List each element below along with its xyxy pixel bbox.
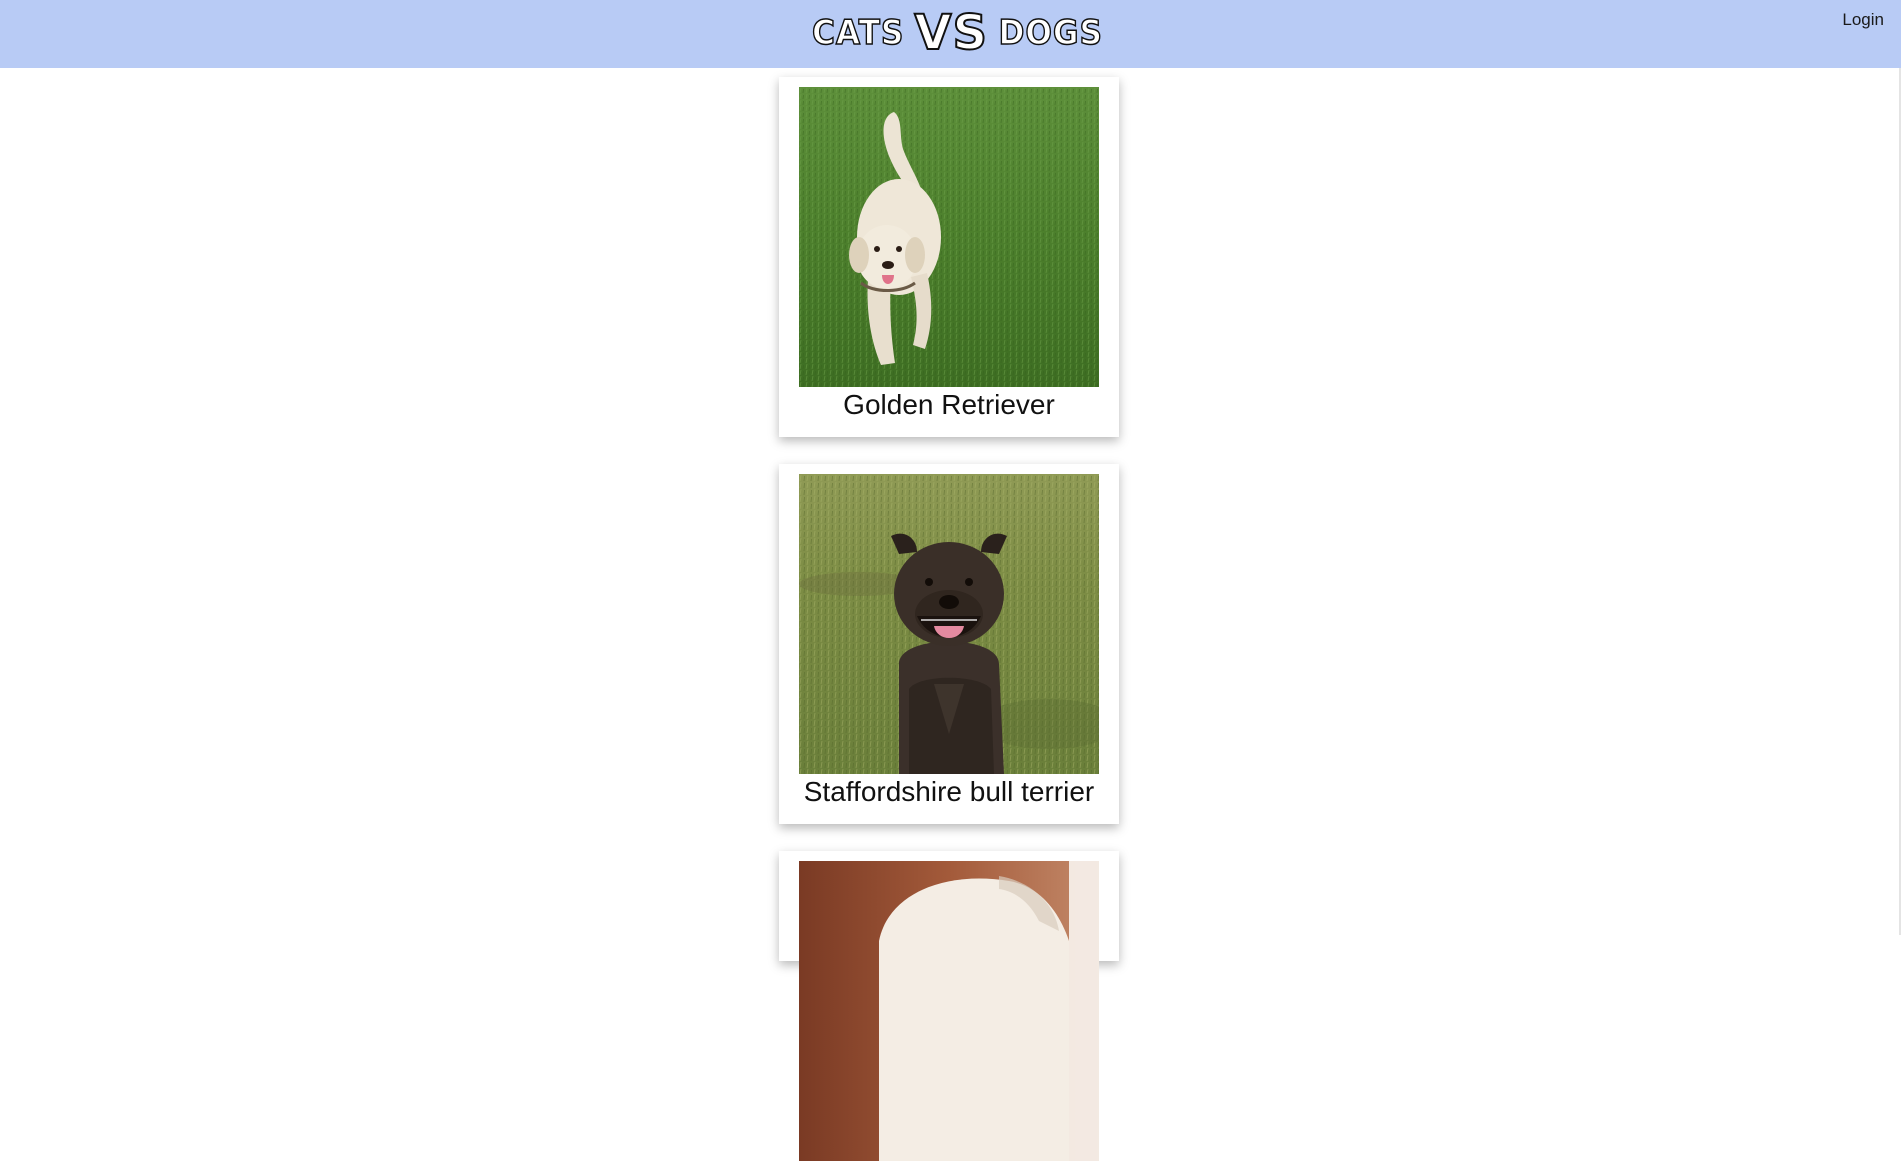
dog-card[interactable]: [779, 851, 1119, 1161]
logo-dogs-text: DOGS: [998, 12, 1104, 54]
card-caption: Golden Retriever: [843, 389, 1055, 420]
logo-vs-text: VS: [913, 5, 989, 61]
golden-retriever-photo: [799, 87, 1099, 387]
logo-cats-text: CATS: [811, 12, 905, 54]
dog-card[interactable]: Staffordshire bull terrier: [779, 464, 1119, 824]
top-bar: CATS VS DOGS Login: [0, 0, 1901, 68]
login-link[interactable]: Login: [1842, 10, 1884, 30]
staffordshire-bull-terrier-photo: [799, 474, 1099, 774]
card-caption: Staffordshire bull terrier: [803, 776, 1095, 807]
dog-card[interactable]: Golden Retriever: [779, 77, 1119, 437]
partially-visible-photo: [799, 861, 1099, 1161]
cats-vs-dogs-logo[interactable]: CATS VS DOGS: [808, 5, 1108, 61]
